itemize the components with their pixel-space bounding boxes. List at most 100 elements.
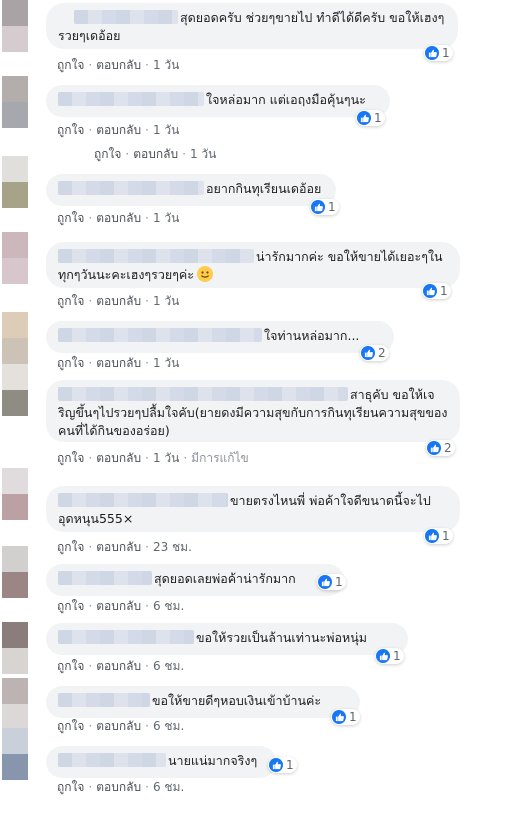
reaction-count[interactable]: 1 bbox=[331, 709, 360, 725]
blurred-author-name[interactable] bbox=[58, 493, 228, 507]
comment-actions: ถูกใจ · ตอบกลับ · 6 ชม. bbox=[57, 659, 185, 673]
comment-time[interactable]: 6 ชม. bbox=[153, 659, 184, 673]
comment-time[interactable]: 6 ชม. bbox=[153, 599, 184, 613]
like-link[interactable]: ถูกใจ bbox=[57, 123, 84, 137]
like-link[interactable]: ถูกใจ bbox=[57, 211, 84, 225]
like-link[interactable]: ถูกใจ bbox=[57, 356, 84, 370]
like-reaction-icon bbox=[269, 758, 283, 772]
reaction-count[interactable]: 2 bbox=[426, 440, 455, 456]
blurred-author-name[interactable] bbox=[58, 92, 204, 106]
comment-time[interactable]: 1 วัน bbox=[153, 356, 179, 370]
comment-bubble: สาธุคับ ขอให้เจริญขึ้นๆไปรวยๆปลื้มใจคับ(… bbox=[46, 380, 460, 442]
avatar[interactable] bbox=[2, 364, 28, 416]
avatar[interactable] bbox=[2, 156, 28, 208]
comment-actions: ถูกใจ · ตอบกลับ · 6 ชม. bbox=[57, 599, 185, 613]
comment-time[interactable]: 6 ชม. bbox=[153, 719, 184, 733]
comment-time[interactable]: 1 วัน bbox=[153, 211, 179, 225]
comment-text: อยากกินทุเรียนเดอ้อย bbox=[206, 181, 322, 196]
like-link[interactable]: ถูกใจ bbox=[57, 58, 84, 72]
comment-bubble: นายแน่มากจริงๆ bbox=[46, 746, 276, 778]
reaction-count[interactable]: 1 bbox=[375, 648, 404, 664]
like-reaction-icon bbox=[423, 284, 437, 298]
comment-text: ขอให้ขายดีๆหอบเงินเข้าบ้านค่ะ bbox=[152, 693, 322, 708]
smile-emoji-icon bbox=[197, 266, 213, 282]
avatar[interactable] bbox=[2, 232, 28, 284]
avatar[interactable] bbox=[2, 76, 28, 128]
reply-link[interactable]: ตอบกลับ bbox=[96, 58, 141, 72]
reply-link[interactable]: ตอบกลับ bbox=[96, 123, 141, 137]
reaction-count[interactable]: 1 bbox=[424, 45, 453, 61]
comment-bubble: น่ารักมากค่ะ ขอให้ขายได้เยอะๆในทุกๆวันนะ… bbox=[46, 242, 460, 288]
reply-link[interactable]: ตอบกลับ bbox=[96, 451, 141, 465]
comment-bubble: อยากกินทุเรียนเดอ้อย bbox=[46, 174, 336, 206]
reaction-count[interactable]: 1 bbox=[424, 528, 453, 544]
comment-time[interactable]: 1 วัน bbox=[153, 58, 179, 72]
avatar[interactable] bbox=[2, 678, 28, 730]
reply-link[interactable]: ตอบกลับ bbox=[96, 780, 141, 794]
blurred-author-name[interactable] bbox=[58, 630, 194, 644]
comment-bubble: ขอให้รวยเป็นล้านเท่านะพ่อหนุ่ม bbox=[46, 623, 408, 655]
reply-link[interactable]: ตอบกลับ bbox=[96, 719, 141, 733]
reply-link[interactable]: ตอบกลับ bbox=[96, 599, 141, 613]
comment-actions: ถูกใจ · ตอบกลับ · 1 วัน bbox=[57, 211, 180, 225]
blurred-author-name[interactable] bbox=[74, 10, 178, 24]
like-link[interactable]: ถูกใจ bbox=[57, 451, 84, 465]
blurred-author-name[interactable] bbox=[58, 571, 152, 585]
reaction-count[interactable]: 1 bbox=[422, 283, 451, 299]
comment-actions: ถูกใจ · ตอบกลับ · 1 วัน bbox=[57, 123, 180, 137]
comment-text: ใจหล่อมาก แต่เอฤงมือคุ้นๆนะ bbox=[206, 92, 366, 107]
edited-label[interactable]: มีการแก้ไข bbox=[191, 451, 249, 465]
avatar[interactable] bbox=[2, 546, 28, 598]
blurred-author-name[interactable] bbox=[58, 753, 166, 767]
comment-bubble: ใจหล่อมาก แต่เอฤงมือคุ้นๆนะ bbox=[46, 85, 390, 117]
like-link[interactable]: ถูกใจ bbox=[57, 659, 84, 673]
comment-actions: ถูกใจ · ตอบกลับ · 1 วัน · มีการแก้ไข bbox=[57, 451, 249, 465]
comment-actions: ถูกใจ · ตอบกลับ · 1 วัน bbox=[57, 58, 180, 72]
reply-link[interactable]: ตอบกลับ bbox=[96, 294, 141, 308]
comment-time[interactable]: 6 ชม. bbox=[153, 780, 184, 794]
like-reaction-icon bbox=[376, 649, 390, 663]
comment-actions: ถูกใจ · ตอบกลับ · 6 ชม. bbox=[57, 719, 185, 733]
like-link[interactable]: ถูกใจ bbox=[57, 294, 84, 308]
like-link[interactable]: ถูกใจ bbox=[57, 719, 84, 733]
reaction-count[interactable]: 1 bbox=[268, 757, 297, 773]
avatar[interactable] bbox=[2, 468, 28, 520]
comment-bubble: ขอให้ขายดีๆหอบเงินเข้าบ้านค่ะ bbox=[46, 686, 360, 718]
avatar[interactable] bbox=[2, 0, 28, 52]
avatar[interactable] bbox=[2, 728, 28, 780]
avatar[interactable] bbox=[2, 312, 28, 364]
like-link[interactable]: ถูกใจ bbox=[94, 147, 121, 161]
like-reaction-icon bbox=[425, 529, 439, 543]
comment-time[interactable]: 23 ชม. bbox=[153, 540, 192, 554]
avatar[interactable] bbox=[2, 622, 28, 674]
blurred-author-name[interactable] bbox=[58, 387, 348, 401]
reaction-count[interactable]: 1 bbox=[310, 199, 339, 215]
like-reaction-icon bbox=[427, 441, 441, 455]
like-reaction-icon bbox=[332, 710, 346, 724]
like-link[interactable]: ถูกใจ bbox=[57, 599, 84, 613]
reply-link[interactable]: ตอบกลับ bbox=[96, 540, 141, 554]
reply-link[interactable]: ตอบกลับ bbox=[133, 147, 178, 161]
comment-time[interactable]: 1 วัน bbox=[153, 123, 179, 137]
comment-actions: ถูกใจ · ตอบกลับ · 23 ชม. bbox=[57, 540, 192, 554]
reaction-count[interactable]: 1 bbox=[356, 110, 385, 126]
like-link[interactable]: ถูกใจ bbox=[57, 540, 84, 554]
like-reaction-icon bbox=[318, 575, 332, 589]
like-link[interactable]: ถูกใจ bbox=[57, 780, 84, 794]
blurred-author-name[interactable] bbox=[58, 249, 254, 263]
blurred-author-name[interactable] bbox=[58, 328, 262, 342]
like-reaction-icon bbox=[425, 46, 439, 60]
reaction-count[interactable]: 2 bbox=[360, 345, 389, 361]
comment-time[interactable]: 1 วัน bbox=[153, 294, 179, 308]
comment-time[interactable]: 1 วัน bbox=[153, 451, 179, 465]
reply-link[interactable]: ตอบกลับ bbox=[96, 211, 141, 225]
reply-link[interactable]: ตอบกลับ bbox=[96, 356, 141, 370]
comment-text: สุดยอดเลยพ่อค้าน่ารักมาก bbox=[154, 571, 296, 586]
reaction-count[interactable]: 1 bbox=[317, 574, 346, 590]
comment-actions: ถูกใจ · ตอบกลับ · 1 วัน bbox=[57, 294, 180, 308]
reply-link[interactable]: ตอบกลับ bbox=[96, 659, 141, 673]
reply-time[interactable]: 1 วัน bbox=[190, 147, 216, 161]
blurred-author-name[interactable] bbox=[58, 693, 150, 707]
blurred-author-name[interactable] bbox=[58, 181, 204, 195]
comment-bubble: ขายตรงไหนพี่ พ่อค้าใจดีขนาดนี้จะไปอุดหนุ… bbox=[46, 486, 460, 532]
